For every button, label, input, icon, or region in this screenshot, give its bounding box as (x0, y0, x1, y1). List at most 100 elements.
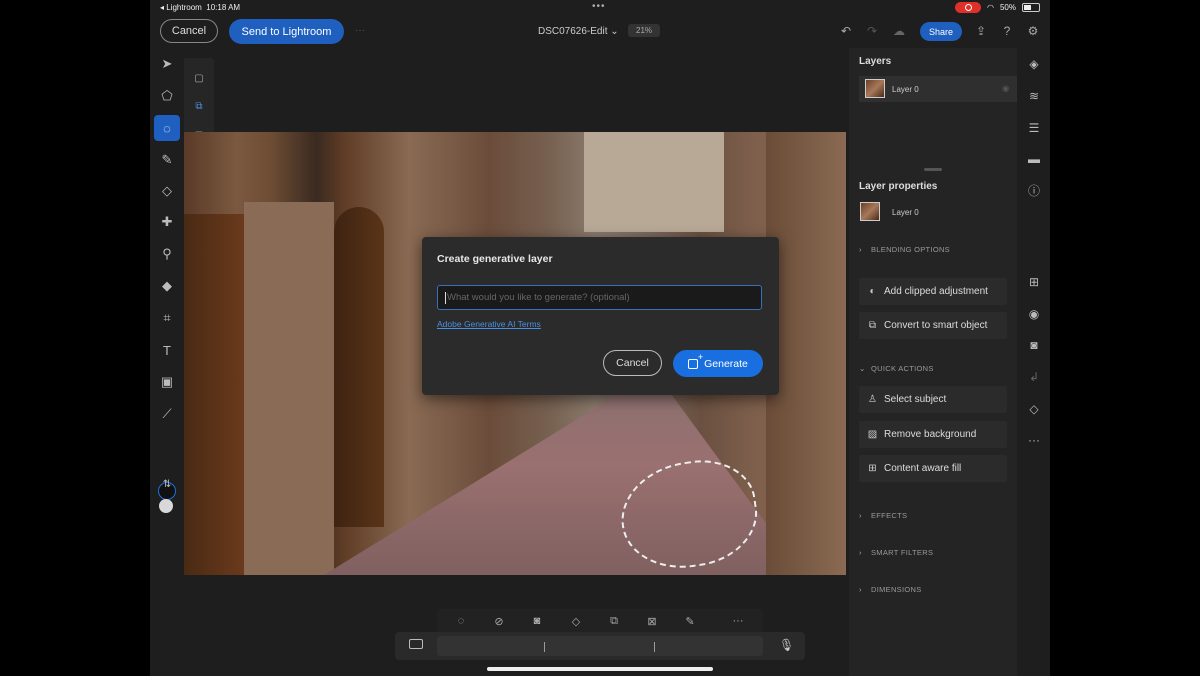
more-icon[interactable]: ··· (1027, 433, 1041, 447)
generate-icon (688, 352, 703, 369)
contextual-taskbar: ◌ ⊘ ◙ ◇ ⧉ ⊠ ✎ ··· (437, 609, 763, 633)
generate-button[interactable]: Generate (673, 350, 763, 377)
remove-background-button[interactable]: ▨ Remove background (859, 421, 1007, 448)
right-icon-rail: ◈ ≋ ☰ ▬ ⓘ ⊞ ◉ ◙ ↲ ◇ ··· (1018, 48, 1050, 676)
generate-label: Generate (704, 357, 748, 370)
layer-properties-icon[interactable]: ≋ (1027, 89, 1041, 103)
fill-tool-icon[interactable]: ◆ (154, 273, 180, 299)
mask-layer-icon[interactable]: ◙ (1027, 338, 1041, 352)
layers-title: Layers (859, 56, 892, 67)
transform-tool-icon[interactable]: ⬠ (154, 83, 180, 109)
content-aware-fill-icon: ⊞ (868, 463, 877, 474)
layers-stack-icon[interactable]: ◈ (1027, 57, 1041, 71)
effects-section[interactable]: › EFFECTS (859, 511, 907, 520)
select-subject-button[interactable]: ♙ Select subject (859, 386, 1007, 413)
info-icon[interactable]: ⓘ (1027, 183, 1041, 198)
quick-actions-section[interactable]: ⌄ QUICK ACTIONS (859, 364, 934, 373)
battery-icon (1022, 3, 1040, 12)
content-aware-fill-button[interactable]: ⊞ Content aware fill (859, 455, 1007, 482)
background-color-swatch[interactable] (159, 499, 173, 513)
cloud-icon[interactable]: ☁ (892, 24, 906, 38)
zoom-level[interactable]: 21% (628, 24, 661, 37)
more-icon[interactable]: ··· (730, 613, 746, 629)
arched-door (334, 207, 384, 527)
chevron-down-icon: ⌄ (610, 26, 619, 37)
shortcut-field[interactable] (437, 636, 763, 656)
eraser-tool-icon[interactable]: ◇ (154, 178, 180, 204)
document-title[interactable]: DSC07626-Edit ⌄ (538, 26, 619, 37)
add-clipped-adjustment-button[interactable]: ◐ Add clipped adjustment (859, 278, 1007, 305)
share-button[interactable]: Share (920, 22, 962, 41)
battery-percent: 50% (999, 3, 1016, 12)
add-layer-icon[interactable]: ⊞ (1027, 275, 1041, 289)
clip-icon[interactable]: ↲ (1027, 370, 1041, 384)
top-toolbar: Cancel Send to Lightroom ··· DSC07626-Ed… (150, 16, 1050, 48)
brush-tool-icon[interactable]: ✎ (154, 147, 180, 173)
smart-filters-section[interactable]: › SMART FILTERS (859, 548, 933, 557)
properties-layer-name: Layer 0 (892, 208, 919, 217)
wifi-icon: ◠ (987, 3, 994, 12)
document-name: DSC07626-Edit (538, 26, 608, 37)
layer-name: Layer 0 (892, 85, 919, 94)
layer-thumbnail (865, 79, 885, 98)
cancel-button[interactable]: Cancel (160, 19, 218, 43)
ai-terms-link[interactable]: Adobe Generative AI Terms (437, 319, 541, 329)
fill-layer-icon[interactable]: ◇ (1027, 402, 1041, 416)
undo-icon[interactable]: ↶ (839, 24, 853, 38)
panel-resize-handle[interactable] (924, 168, 942, 171)
chevron-down-icon: ⌄ (859, 364, 866, 373)
generative-layer-dialog: Create generative layer What would you l… (422, 237, 779, 395)
redo-icon[interactable]: ↷ (865, 24, 879, 38)
multitasking-dots-icon[interactable]: ••• (592, 1, 606, 12)
chevron-right-icon: › (859, 245, 862, 254)
brush-icon[interactable]: ✎ (682, 613, 698, 629)
clock: 10:18 AM (206, 3, 241, 12)
clone-stamp-tool-icon[interactable]: ⚲ (154, 241, 180, 267)
swap-colors-icon[interactable]: ⇅ (154, 471, 180, 497)
adjustments-icon[interactable]: ☰ (1027, 121, 1041, 135)
dialog-title: Create generative layer (437, 253, 553, 265)
type-tool-icon[interactable]: T (154, 337, 180, 363)
keyboard-icon[interactable] (409, 639, 423, 649)
lasso-tool-icon[interactable]: ◌ (154, 115, 180, 141)
chevron-right-icon: › (859, 511, 862, 520)
dimensions-section[interactable]: › DIMENSIONS (859, 585, 922, 594)
move-tool-icon[interactable]: ➤ (154, 51, 180, 77)
back-to-lightroom[interactable]: ◂ Lightroom (160, 3, 202, 12)
select-subject-icon: ♙ (868, 394, 877, 405)
help-icon[interactable]: ? (1000, 24, 1014, 38)
smart-object-icon: ⧉ (868, 320, 877, 331)
more-icon[interactable]: ··· (355, 25, 365, 36)
remove-background-icon: ▨ (867, 429, 878, 440)
send-to-lightroom-button[interactable]: Send to Lightroom (229, 19, 344, 44)
comments-icon[interactable]: ▬ (1027, 152, 1041, 166)
layer-row[interactable]: Layer 0 ◉ (859, 76, 1017, 102)
invert-icon[interactable]: ⊠ (644, 613, 660, 629)
mask-icon[interactable]: ◙ (529, 613, 545, 629)
deselect-icon[interactable]: ⊘ (491, 613, 507, 629)
tools-sidebar: ➤ ⬠ ◌ ✎ ◇ ✚ ⚲ ◆ ⌗ T ▣ ⟋ ⇅ (150, 48, 184, 676)
layer-properties-title: Layer properties (859, 181, 938, 192)
microphone-icon[interactable]: 🎙 (779, 638, 794, 652)
blending-options-section[interactable]: › BLENDING OPTIONS (859, 245, 950, 254)
gear-icon[interactable]: ⚙ (1026, 24, 1040, 38)
copy-paste-icon[interactable]: ⧉ (606, 613, 622, 629)
convert-smart-object-button[interactable]: ⧉ Convert to smart object (859, 312, 1007, 339)
eye-icon[interactable]: ◉ (1002, 83, 1009, 94)
export-icon[interactable]: ⇪ (974, 24, 988, 38)
crop-tool-icon[interactable]: ⌗ (154, 305, 180, 331)
layers-panel: Layers Layer 0 ◉ Layer properties Layer … (849, 48, 1017, 676)
add-selection-icon[interactable]: ⧉ (190, 97, 208, 115)
refine-selection-icon[interactable]: ◌ (453, 613, 469, 629)
place-image-icon[interactable]: ▣ (154, 369, 180, 395)
screen-record-icon (955, 2, 981, 13)
prompt-input[interactable]: What would you like to generate? (option… (437, 285, 762, 310)
healing-tool-icon[interactable]: ✚ (154, 209, 180, 235)
erase-icon[interactable]: ◇ (568, 613, 584, 629)
new-selection-icon[interactable]: ▢ (190, 69, 208, 87)
home-indicator[interactable] (487, 667, 713, 671)
properties-thumbnail (860, 202, 880, 221)
eyedropper-icon[interactable]: ⟋ (154, 401, 180, 427)
dialog-cancel-button[interactable]: Cancel (603, 350, 662, 376)
visibility-icon[interactable]: ◉ (1027, 307, 1041, 321)
